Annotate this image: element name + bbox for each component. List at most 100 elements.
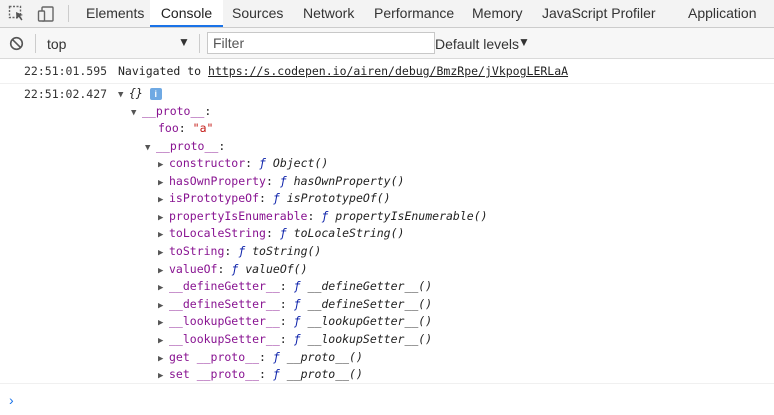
function-keyword: ƒ (279, 173, 287, 188)
console-message-navigation: 22:51:01.595 Navigated to https://s.code… (0, 59, 774, 84)
function-signature: __proto__() (286, 367, 363, 382)
property-key: __proto__ (142, 104, 205, 118)
tab-console[interactable]: Console (150, 0, 223, 27)
console-prompt-input[interactable] (24, 387, 764, 409)
property-row[interactable]: ▶ __defineGetter__: ƒ __defineGetter__() (158, 278, 432, 295)
tab-sources[interactable]: Sources (232, 0, 283, 27)
property-foo: foo: "a" (158, 121, 214, 135)
collapsed-triangle-icon: ▶ (158, 318, 164, 329)
inspect-element-icon[interactable] (8, 5, 26, 23)
tab-elements[interactable]: Elements (86, 0, 144, 27)
object-preview[interactable]: ▼ {} i (118, 85, 162, 102)
collapsed-triangle-icon: ▶ (158, 265, 164, 276)
context-dropdown-icon[interactable]: ▼ (178, 35, 190, 49)
function-keyword: ƒ (293, 296, 301, 311)
function-keyword: ƒ (231, 261, 239, 276)
log-levels-dropdown-icon[interactable]: ▼ (518, 35, 530, 49)
property-row[interactable]: ▶ toLocaleString: ƒ toLocaleString() (158, 225, 404, 242)
function-keyword: ƒ (238, 244, 246, 258)
property-row[interactable]: ▶ __lookupSetter__: ƒ __lookupSetter__() (158, 331, 432, 348)
clear-console-icon[interactable] (9, 36, 24, 51)
toolbar-divider (35, 34, 36, 53)
property-row[interactable]: ▶ toString: ƒ toString() (158, 243, 321, 260)
property-key: __lookupGetter__ (169, 314, 280, 329)
tab-network[interactable]: Network (303, 0, 354, 27)
property-row[interactable]: ▶ constructor: ƒ Object() (158, 155, 328, 172)
tab-javascript-profiler[interactable]: JavaScript Profiler (542, 0, 656, 27)
tab-application[interactable]: Application (688, 0, 757, 27)
function-keyword: ƒ (272, 367, 280, 382)
expanded-triangle-icon: ▼ (145, 143, 151, 153)
function-signature: toLocaleString() (293, 226, 405, 241)
property-key: set __proto__ (169, 367, 260, 382)
function-signature: valueOf() (245, 261, 308, 276)
toolbar-divider (199, 34, 200, 53)
function-signature: isPrototypeOf() (286, 191, 391, 206)
tab-memory[interactable]: Memory (472, 0, 523, 27)
proto-node[interactable]: ▼ __proto__: (131, 103, 211, 120)
property-row[interactable]: ▶ hasOwnProperty: ƒ hasOwnProperty() (158, 173, 404, 190)
device-toolbar-icon[interactable] (37, 5, 55, 23)
function-keyword: ƒ (293, 314, 301, 329)
toolbar-divider (68, 5, 69, 22)
property-row[interactable]: ▶ set __proto__: ƒ __proto__() (158, 366, 363, 383)
log-levels-selector[interactable]: Default levels (435, 36, 519, 52)
collapsed-triangle-icon: ▶ (158, 212, 164, 223)
property-row[interactable]: ▶ __defineSetter__: ƒ __defineSetter__() (158, 296, 432, 313)
collapsed-triangle-icon: ▶ (158, 353, 164, 364)
function-keyword: ƒ (293, 332, 301, 346)
property-row[interactable]: ▶ __lookupGetter__: ƒ __lookupGetter__() (158, 313, 432, 330)
function-keyword: ƒ (259, 156, 266, 170)
function-signature: __proto__() (286, 349, 363, 364)
property-key: constructor (169, 156, 246, 170)
function-keyword: ƒ (272, 191, 280, 206)
function-signature: toString() (252, 244, 322, 258)
collapsed-triangle-icon: ▶ (158, 283, 164, 294)
property-row[interactable]: ▶ isPrototypeOf: ƒ isPrototypeOf() (158, 190, 391, 207)
console-toolbar: top ▼ Default levels ▼ (0, 28, 774, 59)
function-keyword: ƒ (293, 279, 301, 294)
property-key: get __proto__ (169, 349, 260, 364)
collapsed-triangle-icon: ▶ (158, 177, 164, 188)
devtools-tab-bar: Elements Console Sources Network Perform… (0, 0, 774, 28)
proto-node[interactable]: ▼ __proto__: (145, 138, 225, 155)
function-signature: Object() (272, 156, 329, 170)
expanded-triangle-icon: ▼ (118, 90, 124, 100)
collapsed-triangle-icon: ▶ (158, 300, 164, 311)
property-row[interactable]: ▶ propertyIsEnumerable: ƒ propertyIsEnume… (158, 208, 488, 225)
expanded-triangle-icon: ▼ (131, 108, 137, 118)
function-keyword: ƒ (279, 226, 287, 241)
function-signature: __lookupSetter__() (307, 332, 433, 346)
filter-input[interactable] (207, 32, 435, 54)
property-row[interactable]: ▶ valueOf: ƒ valueOf() (158, 261, 308, 278)
property-key: propertyIsEnumerable (169, 208, 308, 223)
property-key: __lookupSetter__ (169, 332, 280, 346)
collapsed-triangle-icon: ▶ (158, 336, 164, 346)
context-selector[interactable]: top (47, 36, 66, 52)
property-key: toString (169, 244, 225, 258)
property-key: __defineSetter__ (169, 296, 280, 311)
property-row[interactable]: ▶ get __proto__: ƒ __proto__() (158, 349, 363, 366)
collapsed-triangle-icon: ▶ (158, 248, 164, 258)
function-keyword: ƒ (272, 349, 280, 364)
property-key: valueOf (169, 261, 218, 276)
message-timestamp: 22:51:02.427 (24, 87, 108, 101)
property-key: toLocaleString (169, 226, 266, 241)
navigation-url-link[interactable]: https://s.codepen.io/airen/debug/BmzRpe/… (208, 64, 568, 78)
message-timestamp: 22:51:01.595 (24, 64, 108, 78)
navigation-text: Navigated to (118, 64, 202, 78)
console-prompt-icon: › (9, 392, 14, 408)
property-key: __proto__ (156, 139, 219, 153)
function-signature: hasOwnProperty() (293, 173, 405, 188)
tab-performance[interactable]: Performance (374, 0, 454, 27)
collapsed-triangle-icon: ▶ (158, 230, 164, 241)
info-icon[interactable]: i (149, 87, 162, 100)
function-signature: propertyIsEnumerable() (335, 208, 488, 223)
console-output: 22:51:01.595 Navigated to https://s.code… (0, 59, 774, 415)
collapsed-triangle-icon: ▶ (158, 195, 164, 206)
collapsed-triangle-icon: ▶ (158, 160, 164, 170)
property-key: foo (158, 121, 179, 135)
function-signature: __defineGetter__() (307, 279, 433, 294)
property-key: isPrototypeOf (169, 191, 260, 206)
function-keyword: ƒ (321, 208, 329, 223)
